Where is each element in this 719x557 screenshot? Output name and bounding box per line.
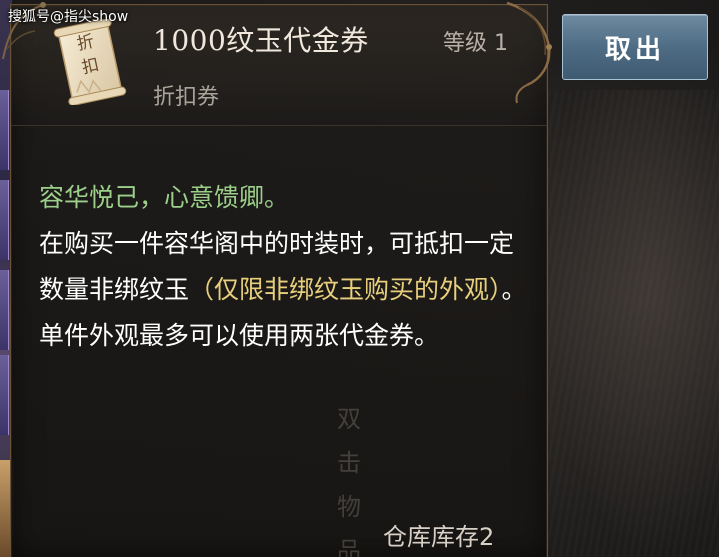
game-screen: 折扣 1000纹玉代金券 等级 1 折扣券 双击物品 容华悦己，心意馈卿。 在购… — [0, 0, 719, 557]
withdraw-button[interactable]: 取出 — [562, 14, 708, 80]
item-level: 等级 1 — [443, 31, 508, 56]
flavor-text: 容华悦己，心意馈卿。 — [39, 183, 290, 212]
storage-count: 仓库库存2 — [383, 523, 495, 551]
inventory-slot[interactable] — [0, 90, 9, 170]
background-hint-text: 双击物品 — [337, 405, 361, 557]
item-name: 1000纹玉代金券 — [153, 24, 369, 57]
item-description: 容华悦己，心意馈卿。 在购买一件容华阁中的时装时，可抵扣一定数量非绑纹玉（仅限非… — [39, 175, 529, 359]
inventory-slot[interactable] — [0, 355, 9, 435]
source-watermark: 搜狐号@指尖show — [8, 9, 129, 25]
description-highlight: （仅限非绑纹玉购买的外观） — [189, 275, 502, 304]
background-scenery — [548, 90, 719, 557]
item-type: 折扣券 — [153, 85, 220, 110]
inventory-slot[interactable] — [0, 180, 9, 260]
item-tooltip: 折扣 1000纹玉代金券 等级 1 折扣券 双击物品 容华悦己，心意馈卿。 在购… — [2, 1, 552, 557]
inventory-slot[interactable] — [0, 270, 9, 350]
